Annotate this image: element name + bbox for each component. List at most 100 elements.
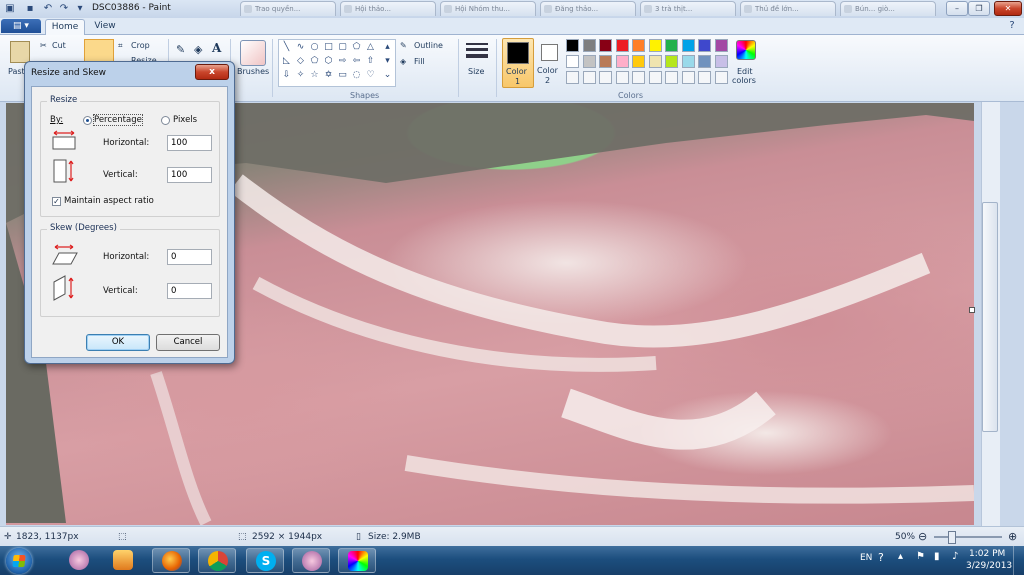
polygon-shape-icon[interactable]: ⬠: [351, 42, 362, 52]
dialog-title-bar[interactable]: Resize and Skew x: [25, 62, 234, 84]
size-icon[interactable]: [466, 43, 488, 45]
palette-color-swatch[interactable]: [681, 39, 695, 52]
fill-dropdown[interactable]: Fill: [414, 57, 425, 66]
skew-vertical-input[interactable]: 0: [167, 283, 212, 299]
network-icon[interactable]: ▮: [934, 551, 940, 562]
palette-color-swatch[interactable]: [665, 39, 678, 52]
palette-color-swatch[interactable]: [681, 55, 695, 68]
file-menu-button[interactable]: ▤ ▾: [1, 19, 41, 33]
color2-button[interactable]: Color 2: [536, 38, 564, 86]
percentage-label[interactable]: Percentage: [93, 114, 143, 126]
taskbar-messenger[interactable]: [60, 548, 98, 573]
action-center-icon[interactable]: ⚑: [916, 551, 925, 562]
palette-color-swatch[interactable]: [632, 39, 645, 52]
palette-color-swatch[interactable]: [582, 55, 596, 68]
vertical-scrollbar[interactable]: [975, 102, 1023, 526]
diamond-shape-icon[interactable]: ◇: [295, 56, 306, 66]
taskbar-skype[interactable]: S: [246, 548, 284, 573]
taskbar-media-player[interactable]: [104, 548, 142, 573]
show-desktop-button[interactable]: [1013, 546, 1024, 575]
palette-color-swatch[interactable]: [632, 55, 645, 68]
scroll-thumb[interactable]: [982, 202, 998, 432]
palette-custom-slot[interactable]: [714, 71, 728, 84]
palette-color-swatch[interactable]: [665, 55, 678, 68]
clock-time[interactable]: 1:02 PM: [969, 549, 1005, 559]
redo-icon[interactable]: ↷: [58, 3, 70, 15]
zoom-out-button[interactable]: ⊖: [918, 530, 927, 543]
palette-color-swatch[interactable]: [714, 39, 728, 52]
palette-color-swatch[interactable]: [566, 39, 579, 52]
palette-custom-slot[interactable]: [681, 71, 695, 84]
callout-shape-icon[interactable]: ▭: [337, 70, 348, 80]
skew-horizontal-input[interactable]: 0: [167, 249, 212, 265]
triangle-shape-icon[interactable]: △: [365, 42, 376, 52]
size-button[interactable]: Size: [468, 67, 484, 76]
edit-colors-label-2[interactable]: colors: [732, 76, 756, 85]
crop-button[interactable]: Crop: [131, 41, 150, 50]
shapes-gallery[interactable]: ╲ ∿ ○ □ ▢ ⬠ △ ◺ ◇ ⬠ ⬡ ⇨ ⇦ ⇧ ⇩ ✧ ☆ ✡ ▭ ◌ …: [278, 39, 396, 87]
maintain-aspect-label[interactable]: Maintain aspect ratio: [64, 196, 154, 206]
gallery-up-icon[interactable]: ▴: [382, 42, 393, 52]
customize-toolbar-icon[interactable]: ▾: [74, 3, 86, 15]
close-window-button[interactable]: ✕: [994, 1, 1022, 16]
start-button[interactable]: [6, 548, 32, 574]
heart-shape-icon[interactable]: ♡: [365, 70, 376, 80]
palette-color-swatch[interactable]: [698, 55, 711, 68]
palette-custom-slot[interactable]: [566, 71, 579, 84]
pixels-label[interactable]: Pixels: [173, 115, 197, 125]
undo-icon[interactable]: ↶: [42, 3, 54, 15]
five-point-star-shape-icon[interactable]: ☆: [309, 70, 320, 80]
text-tool-icon[interactable]: A: [212, 41, 221, 55]
minimize-button[interactable]: –: [946, 1, 968, 16]
paint-app-icon[interactable]: ▣: [4, 3, 16, 15]
gallery-down-icon[interactable]: ▾: [382, 56, 393, 66]
background-tab[interactable]: Hội Nhóm thu...: [440, 1, 536, 16]
help-icon[interactable]: ?: [1006, 20, 1018, 32]
palette-custom-slot[interactable]: [648, 71, 662, 84]
background-tab[interactable]: Bún... giò...: [840, 1, 936, 16]
resize-horizontal-input[interactable]: 100: [167, 135, 212, 151]
edit-colors-label[interactable]: Edit: [737, 67, 753, 76]
taskbar-chrome[interactable]: [198, 548, 236, 573]
maintain-aspect-checkbox[interactable]: ✓: [52, 197, 61, 206]
show-hidden-icons-icon[interactable]: ▴: [898, 551, 903, 562]
pentagon-shape-icon[interactable]: ⬠: [309, 56, 320, 66]
color1-button[interactable]: Color 1: [502, 38, 534, 88]
tab-view[interactable]: View: [87, 19, 123, 34]
hexagon-shape-icon[interactable]: ⬡: [323, 56, 334, 66]
rectangle-shape-icon[interactable]: □: [323, 42, 334, 52]
outline-dropdown[interactable]: Outline: [414, 41, 443, 50]
volume-icon[interactable]: ♪: [952, 551, 958, 562]
palette-color-swatch[interactable]: [599, 55, 612, 68]
palette-color-swatch[interactable]: [566, 55, 579, 68]
paste-icon[interactable]: [10, 41, 30, 63]
line-shape-icon[interactable]: ╲: [281, 42, 292, 52]
maximize-button[interactable]: ❐: [968, 1, 990, 16]
cut-button[interactable]: Cut: [52, 41, 66, 50]
zoom-in-button[interactable]: ⊕: [1008, 530, 1017, 543]
help-tray-icon[interactable]: ?: [878, 551, 884, 564]
clock-date[interactable]: 3/29/2013: [966, 561, 1012, 571]
oval-shape-icon[interactable]: ○: [309, 42, 320, 52]
background-tab[interactable]: 3 trà thịt...: [640, 1, 736, 16]
pencil-icon[interactable]: ✎: [176, 43, 185, 56]
palette-color-swatch[interactable]: [615, 39, 629, 52]
palette-custom-slot[interactable]: [615, 71, 629, 84]
zoom-slider-thumb[interactable]: [948, 531, 956, 544]
palette-color-swatch[interactable]: [714, 55, 728, 68]
background-tab[interactable]: Hội thảo...: [340, 1, 436, 16]
taskbar-paint[interactable]: [338, 548, 376, 573]
palette-custom-slot[interactable]: [599, 71, 612, 84]
palette-custom-slot[interactable]: [582, 71, 596, 84]
palette-color-swatch[interactable]: [615, 55, 629, 68]
background-tab[interactable]: Trao quyền...: [240, 1, 336, 16]
language-indicator[interactable]: EN: [860, 553, 872, 563]
palette-custom-slot[interactable]: [665, 71, 678, 84]
background-tab[interactable]: Thủ đề lớn...: [740, 1, 836, 16]
percentage-radio[interactable]: [83, 116, 92, 125]
tab-home[interactable]: Home: [45, 19, 85, 35]
palette-custom-slot[interactable]: [632, 71, 645, 84]
down-arrow-shape-icon[interactable]: ⇩: [281, 70, 292, 80]
palette-color-swatch[interactable]: [599, 39, 612, 52]
brushes-button[interactable]: Brushes: [237, 67, 269, 76]
